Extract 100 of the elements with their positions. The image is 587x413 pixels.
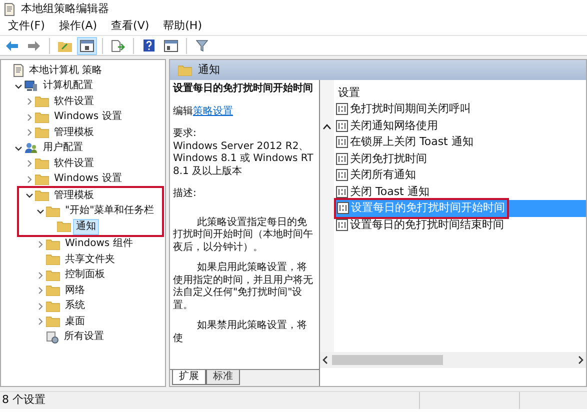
description-label: 描述: — [173, 188, 198, 200]
folder-icon — [35, 96, 49, 108]
tree-item[interactable]: 网络 — [62, 282, 88, 299]
tree-item[interactable]: 控制面板 — [62, 267, 108, 284]
folder-icon — [35, 190, 49, 202]
policy-setting-icon — [336, 136, 348, 148]
edit-label: 编辑 — [173, 106, 193, 116]
tree-item[interactable]: 所有设置 — [61, 329, 107, 346]
description-paragraph: 如果启用此策略设置，将使用指定的时间，并且用户将无法自定义任何"免打扰时间"设置。 — [173, 262, 314, 312]
collapse-caret-icon[interactable] — [323, 124, 331, 130]
policy-setting-icon — [336, 120, 348, 132]
header-title: 通知 — [198, 62, 220, 78]
chevron-right-icon[interactable] — [37, 287, 44, 294]
policy-setting-icon — [336, 103, 348, 116]
setting-label: 关闭免打扰时间 — [350, 150, 427, 166]
setting-label: 关闭通知网络使用 — [350, 118, 438, 134]
folder-icon — [46, 254, 60, 266]
folder-icon — [178, 64, 192, 76]
tree-item[interactable]: 管理模板 — [51, 188, 97, 204]
tree-item[interactable]: "开始"菜单和任务栏 — [62, 203, 158, 220]
chevron-down-icon[interactable] — [15, 144, 22, 152]
horizontal-scrollbar[interactable] — [320, 352, 586, 368]
column-header[interactable]: 设置 — [334, 84, 586, 101]
description-paragraph: 此策略设置指定每日的免打扰时间开始时间（本地时间午夜后，以分钟计）。 — [173, 216, 314, 254]
chevron-right-icon[interactable] — [26, 129, 33, 136]
tab[interactable]: 扩展 — [172, 370, 206, 385]
folder-icon — [46, 316, 60, 328]
tree-item[interactable]: 本地计算机 策略 — [26, 62, 106, 79]
folder-icon — [35, 158, 49, 170]
setting-label: 在锁屏上关闭 Toast 通知 — [350, 134, 474, 150]
folder-icon — [57, 221, 71, 232]
computer-icon — [24, 80, 38, 92]
tree-item[interactable]: Windows 设置 — [51, 109, 125, 126]
setting-label: 免打扰时间期间关闭呼叫 — [350, 101, 471, 117]
policy-setting-icon — [337, 202, 349, 214]
folder-icon — [46, 285, 60, 296]
tree-item[interactable]: 通知 — [73, 218, 99, 235]
setting-row[interactable]: 免打扰时间期间关闭呼叫 — [334, 101, 586, 118]
chevron-right-icon[interactable] — [26, 176, 33, 183]
chevron-right-icon[interactable] — [37, 318, 44, 326]
settings-icon — [46, 330, 59, 344]
tree-item[interactable]: 共享文件夹 — [62, 252, 118, 268]
policy-setting-icon — [336, 152, 348, 165]
requirements-text: Windows Server 2012 R2、Windows 8.1 或 Windows RT 8.1 及以上版本 — [173, 140, 314, 178]
requirements-label: 要求: — [173, 128, 198, 140]
chevron-down-icon[interactable] — [15, 82, 22, 90]
chevron-down-icon[interactable] — [26, 192, 33, 200]
setting-row[interactable]: 关闭免打扰时间 — [334, 150, 586, 167]
setting-row[interactable]: 设置每日的免打扰时间结束时间 — [334, 216, 586, 233]
chevron-right-icon[interactable] — [26, 160, 33, 168]
tree-item[interactable]: Windows 设置 — [51, 171, 125, 188]
setting-row[interactable]: 关闭 Toast 通知 — [334, 184, 586, 200]
tree-item[interactable]: 用户配置 — [40, 140, 86, 156]
tree-item[interactable]: 系统 — [62, 298, 88, 314]
menu-item[interactable]: 操作(A) — [52, 18, 104, 35]
setting-row[interactable]: 关闭通知网络使用 — [334, 118, 586, 134]
folder-icon — [46, 206, 60, 217]
folder-icon — [46, 270, 60, 281]
tree-item[interactable]: 软件设置 — [51, 156, 97, 172]
chevron-right-icon[interactable] — [26, 98, 33, 106]
chevron-right-icon[interactable] — [37, 272, 44, 279]
setting-row[interactable]: 在锁屏上关闭 Toast 通知 — [334, 134, 586, 150]
description-paragraph: 如果禁用此策略设置，将使 — [173, 320, 308, 345]
setting-row[interactable]: 关闭所有通知 — [334, 167, 586, 184]
panel-icon[interactable] — [77, 36, 97, 54]
status-text: 8 个设置 — [1, 392, 46, 408]
setting-label: 设置每日的免打扰时间结束时间 — [350, 216, 504, 232]
tree-item[interactable]: 计算机配置 — [40, 78, 96, 94]
tab[interactable]: 标准 — [206, 370, 240, 385]
policy-setting-icon — [336, 186, 348, 198]
document-icon — [13, 64, 24, 78]
setting-label: 关闭 Toast 通知 — [350, 184, 430, 200]
chevron-right-icon[interactable] — [26, 114, 33, 121]
folder-icon — [46, 238, 60, 250]
folder-icon — [35, 174, 49, 185]
tree-item[interactable]: 管理模板 — [51, 124, 97, 141]
policy-settings-link[interactable]: 策略设置 — [193, 106, 233, 116]
menu-item[interactable]: 帮助(H) — [157, 18, 208, 35]
scrollbar-thumb[interactable] — [332, 355, 444, 365]
tree-item[interactable]: 软件设置 — [51, 94, 97, 110]
folder-icon — [35, 112, 49, 123]
tree-item[interactable]: Windows 组件 — [62, 236, 136, 252]
folder-icon — [35, 127, 49, 138]
chevron-right-icon[interactable] — [37, 302, 44, 310]
menu-item[interactable]: 文件(F) — [2, 18, 51, 35]
policy-setting-icon — [336, 169, 348, 182]
tree-item[interactable]: 桌面 — [62, 314, 88, 330]
policy-setting-icon — [336, 218, 348, 231]
window-title: 本地组策略编辑器 — [21, 0, 109, 17]
app-icon — [4, 2, 15, 16]
setting-label: 设置每日的免打扰时间开始时间 — [351, 200, 505, 216]
chevron-down-icon[interactable] — [37, 208, 44, 215]
setting-label: 关闭所有通知 — [350, 167, 416, 183]
chevron-right-icon[interactable] — [37, 240, 44, 248]
users-icon — [24, 142, 38, 154]
policy-title: 设置每日的免打扰时间开始时间 — [173, 83, 314, 96]
menu-item[interactable]: 查看(V) — [105, 18, 156, 35]
scroll-right-icon[interactable] — [578, 356, 584, 364]
scroll-left-icon[interactable] — [322, 356, 328, 364]
folder-icon — [46, 300, 60, 312]
